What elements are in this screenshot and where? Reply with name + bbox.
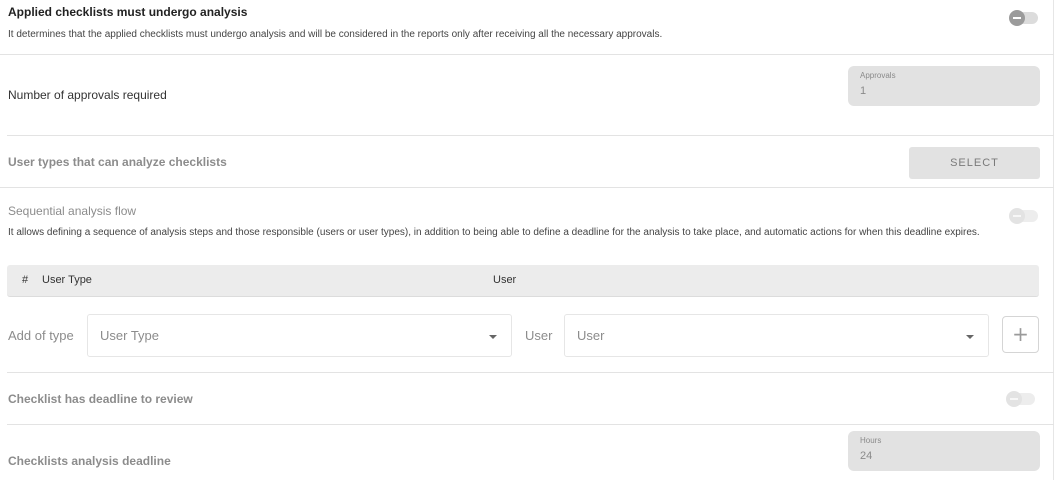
user-placeholder: User [577, 328, 605, 343]
toggle-knob [1009, 208, 1025, 224]
sequential-description: It allows defining a sequence of analysi… [8, 227, 980, 238]
sequential-toggle[interactable] [1009, 208, 1038, 224]
analysis-toggle[interactable] [1009, 10, 1038, 26]
analysis-description: It determines that the applied checklist… [8, 29, 663, 40]
analysis-deadline-label: Checklists analysis deadline [8, 454, 171, 468]
divider [0, 187, 1054, 188]
user-label: User [525, 328, 553, 343]
toggle-knob [1006, 391, 1022, 407]
column-header-user: User [493, 274, 517, 286]
user-types-label: User types that can analyze checklists [8, 155, 227, 169]
chevron-down-icon [489, 335, 497, 339]
approvals-field-value: 1 [860, 85, 867, 97]
column-header-number: # [22, 274, 29, 286]
user-type-select[interactable]: User Type [87, 314, 512, 357]
hours-field-label: Hours [860, 436, 882, 445]
toggle-knob [1009, 10, 1025, 26]
divider [7, 424, 1054, 425]
steps-table-header: # User Type User [7, 265, 1039, 297]
column-header-user-type: User Type [42, 274, 92, 286]
add-step-button[interactable]: + [1002, 316, 1039, 353]
analysis-title: Applied checklists must undergo analysis [8, 5, 248, 19]
hours-field[interactable]: Hours 24 [848, 431, 1040, 471]
hours-field-value: 24 [860, 450, 873, 462]
divider [0, 54, 1054, 55]
plus-icon: + [1012, 322, 1029, 346]
add-of-type-label: Add of type [8, 328, 74, 343]
chevron-down-icon [966, 335, 974, 339]
approvals-field[interactable]: Approvals 1 [848, 66, 1040, 106]
approvals-label: Number of approvals required [8, 88, 167, 102]
sequential-title: Sequential analysis flow [8, 204, 137, 218]
deadline-review-title: Checklist has deadline to review [8, 392, 193, 406]
user-select[interactable]: User [564, 314, 989, 357]
divider [7, 372, 1054, 373]
user-type-placeholder: User Type [100, 328, 160, 343]
select-user-types-button[interactable]: SELECT [909, 147, 1040, 179]
deadline-review-toggle[interactable] [1006, 391, 1035, 407]
divider [7, 135, 1054, 136]
approvals-field-label: Approvals [860, 71, 896, 80]
